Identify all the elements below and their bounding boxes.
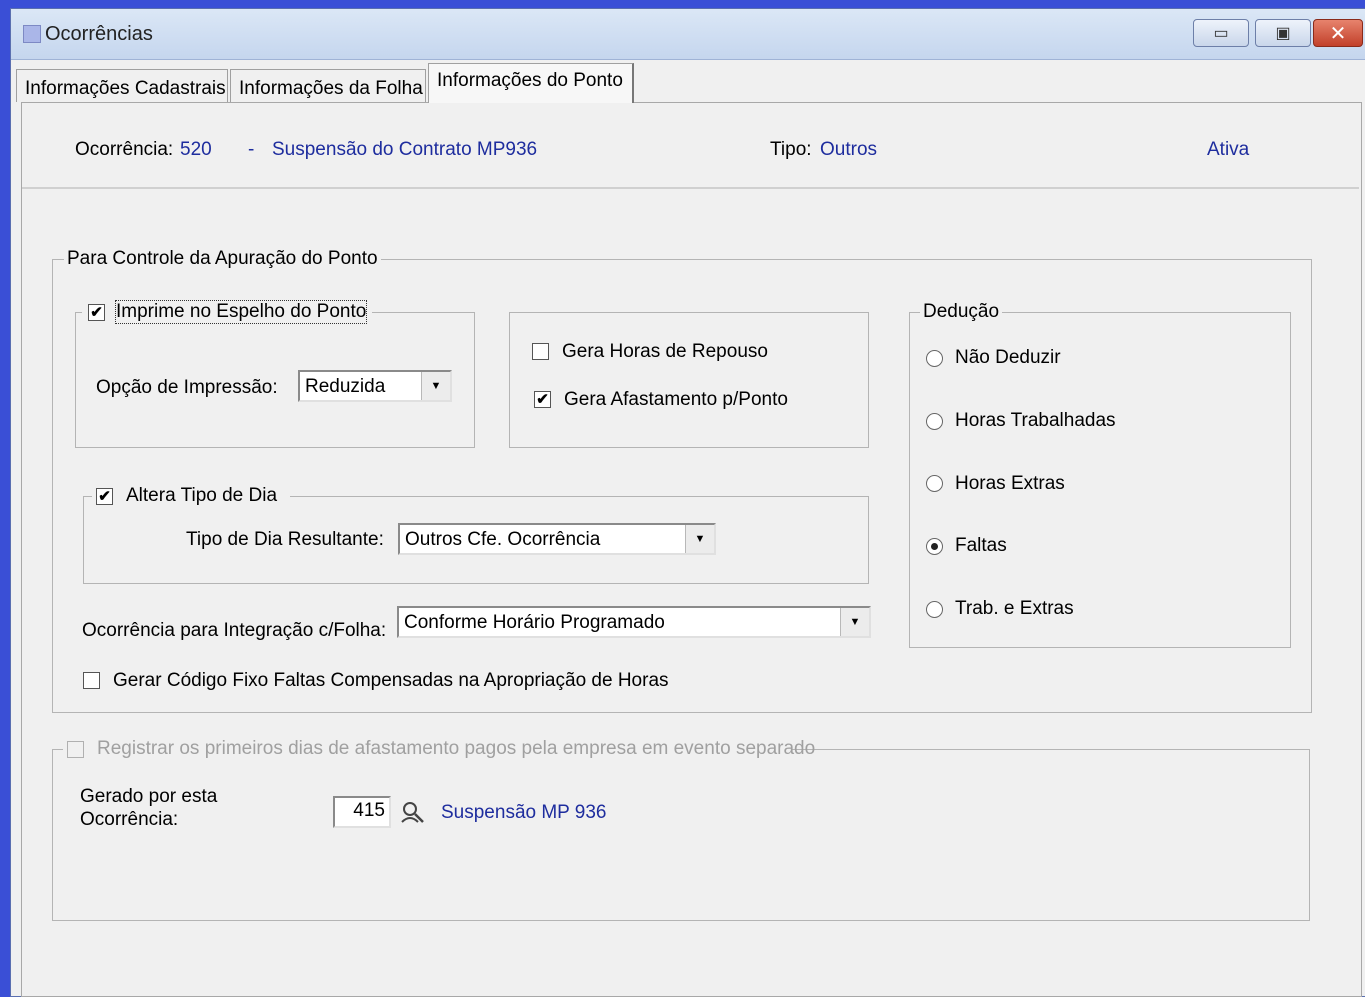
integracao-folha-label: Ocorrência para Integração c/Folha:: [82, 620, 387, 641]
radio-nao-deduzir-button[interactable]: [926, 350, 943, 367]
tab-informacoes-ponto[interactable]: Informações do Ponto: [428, 63, 634, 103]
imprime-group: ✔ Imprime no Espelho do Ponto Opção de I…: [75, 300, 475, 448]
gerado-description: Suspensão MP 936: [441, 802, 607, 823]
radio-faltas-button[interactable]: [926, 538, 943, 555]
controle-apuracao-group: Para Controle da Apuração do Ponto ✔ Imp…: [52, 248, 1312, 713]
afastamento-group: Registrar os primeiros dias de afastamen…: [52, 738, 1310, 921]
altera-tipo-dia-checkbox-row[interactable]: ✔ Altera Tipo de Dia: [92, 485, 290, 511]
radio-faltas-label: Faltas: [955, 535, 1007, 556]
radio-horas-trabalhadas-label: Horas Trabalhadas: [955, 410, 1116, 431]
afastamento-checkbox[interactable]: [67, 741, 84, 758]
gerar-codigo-fixo-checkbox[interactable]: [83, 672, 100, 689]
deducao-legend: Dedução: [920, 301, 1003, 323]
imprime-espelho-checkbox-row[interactable]: ✔ Imprime no Espelho do Ponto: [82, 300, 372, 327]
gerado-por-label-line2: Ocorrência:: [80, 809, 179, 830]
integracao-folha-value: Conforme Horário Programado: [404, 612, 665, 633]
tab-informacoes-cadastrais[interactable]: Informações Cadastrais: [16, 69, 228, 102]
gera-horas-repouso-label: Gera Horas de Repouso: [562, 341, 768, 362]
controle-apuracao-legend: Para Controle da Apuração do Ponto: [64, 248, 381, 270]
gera-horas-repouso-checkbox[interactable]: [532, 343, 549, 360]
radio-horas-extras-button[interactable]: [926, 475, 943, 492]
ocorrencia-code: 520: [180, 139, 212, 160]
tab-informacoes-folha[interactable]: Informações da Folha: [230, 69, 426, 102]
gera-afastamento-label: Gera Afastamento p/Ponto: [564, 389, 788, 410]
close-button[interactable]: ✕: [1313, 19, 1363, 47]
tab-page-ponto: Ocorrência: 520 - Suspensão do Contrato …: [21, 102, 1362, 997]
radio-selected-dot: [931, 543, 938, 550]
search-person-icon[interactable]: [399, 800, 427, 826]
opcao-impressao-value: Reduzida: [305, 376, 386, 397]
gera-afastamento-checkbox[interactable]: ✔: [534, 391, 551, 408]
ocorrencia-separator: -: [248, 139, 255, 160]
chevron-down-icon: ▼: [840, 608, 869, 636]
ocorrencia-label: Ocorrência:: [75, 139, 174, 160]
afastamento-checkbox-row[interactable]: Registrar os primeiros dias de afastamen…: [63, 738, 815, 764]
imprime-espelho-label: Imprime no Espelho do Ponto: [114, 300, 368, 324]
imprime-espelho-checkbox[interactable]: ✔: [88, 304, 105, 321]
gera-options-group: Gera Horas de Repouso ✔ Gera Afastamento…: [509, 312, 869, 448]
minimize-icon: ▭: [1213, 25, 1229, 42]
chevron-down-icon: ▼: [685, 525, 714, 553]
opcao-impressao-label: Opção de Impressão:: [96, 377, 278, 398]
tipo-dia-resultante-label: Tipo de Dia Resultante:: [186, 529, 384, 550]
occurrences-window: Ocorrências ▭ ▣ ✕ Informações Cadastrais…: [10, 8, 1365, 997]
status-value: Ativa: [1207, 139, 1250, 160]
afastamento-label: Registrar os primeiros dias de afastamen…: [97, 738, 816, 759]
radio-trab-extras-label: Trab. e Extras: [955, 598, 1074, 619]
tipo-dia-resultante-value: Outros Cfe. Ocorrência: [405, 529, 601, 550]
gerado-por-label-line1: Gerado por esta: [80, 786, 218, 807]
altera-tipo-dia-group: ✔ Altera Tipo de Dia Tipo de Dia Resulta…: [83, 485, 869, 584]
chevron-down-icon: ▼: [421, 372, 450, 400]
app-icon: [23, 25, 41, 43]
tipo-dia-resultante-select[interactable]: Outros Cfe. Ocorrência ▼: [398, 523, 716, 555]
radio-nao-deduzir-label: Não Deduzir: [955, 347, 1061, 368]
maximize-icon: ▣: [1275, 25, 1291, 42]
opcao-impressao-select[interactable]: Reduzida ▼: [298, 370, 452, 402]
radio-trab-extras-button[interactable]: [926, 601, 943, 618]
window-title: Ocorrências: [45, 23, 153, 45]
ocorrencia-description: Suspensão do Contrato MP936: [272, 139, 538, 160]
maximize-button[interactable]: ▣: [1255, 19, 1311, 47]
minimize-button[interactable]: ▭: [1193, 19, 1249, 47]
gerar-codigo-fixo-label: Gerar Código Fixo Faltas Compensadas na …: [113, 670, 669, 691]
gerado-code-input[interactable]: 415: [333, 796, 391, 828]
altera-tipo-dia-label: Altera Tipo de Dia: [126, 485, 278, 506]
radio-horas-extras-label: Horas Extras: [955, 473, 1065, 494]
altera-tipo-dia-checkbox[interactable]: ✔: [96, 488, 113, 505]
integracao-folha-select[interactable]: Conforme Horário Programado ▼: [397, 606, 871, 638]
tipo-value: Outros: [820, 139, 878, 160]
tipo-label: Tipo:: [770, 139, 812, 160]
title-bar: Ocorrências ▭ ▣ ✕: [11, 9, 1365, 60]
close-icon: ✕: [1329, 22, 1347, 45]
deducao-group: Dedução Não Deduzir Horas Trabalhadas Ho…: [909, 301, 1291, 648]
radio-horas-trabalhadas-button[interactable]: [926, 413, 943, 430]
header-panel: Ocorrência: 520 - Suspensão do Contrato …: [22, 103, 1359, 189]
